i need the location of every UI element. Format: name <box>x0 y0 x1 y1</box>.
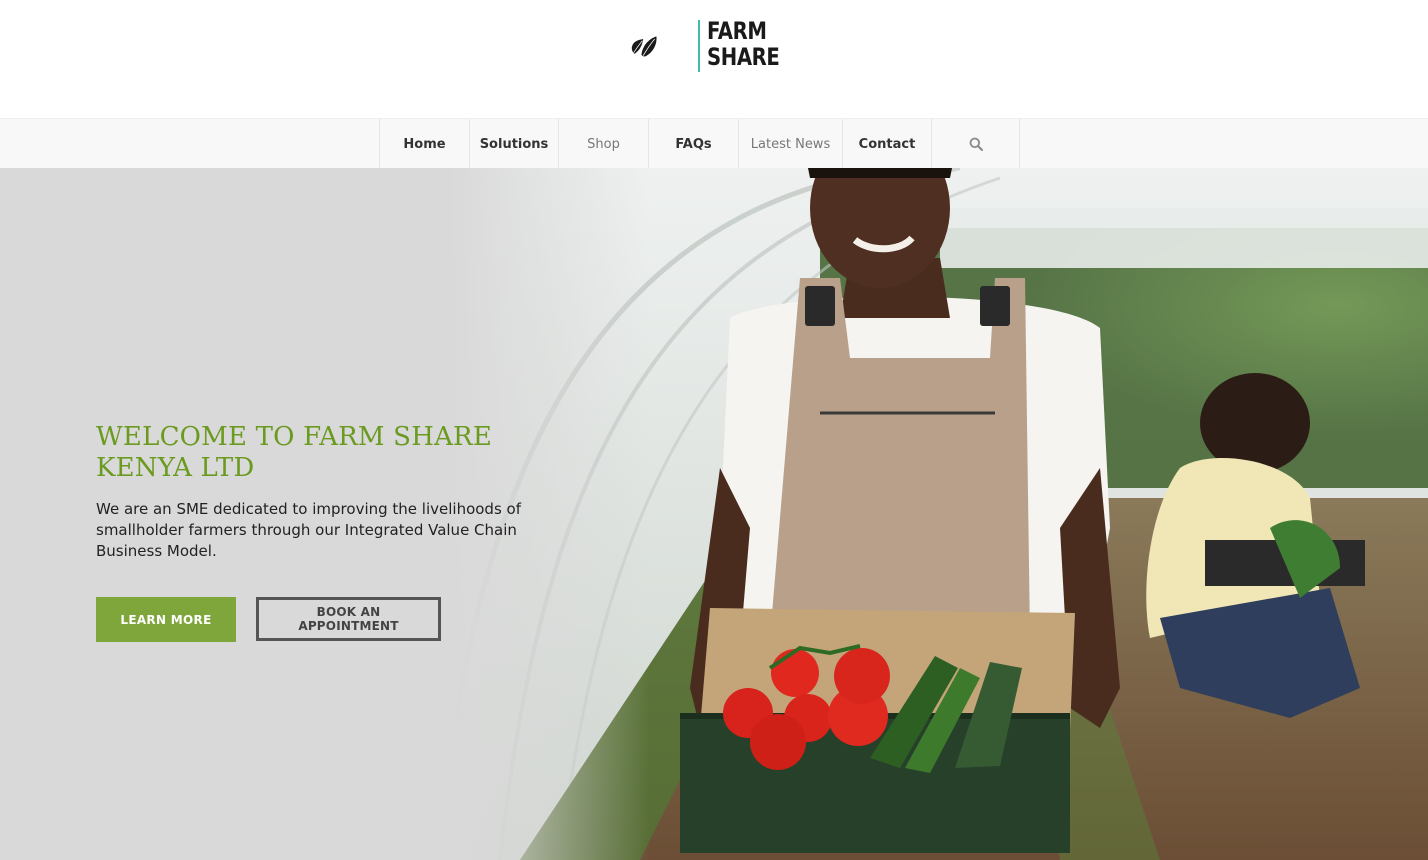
nav-item-home[interactable]: Home <box>380 119 470 169</box>
logo-line-1: FARM <box>707 17 767 45</box>
main-nav: Home Solutions Shop FAQs Latest News Con… <box>0 118 1428 169</box>
nav-menu: Home Solutions Shop FAQs Latest News Con… <box>379 119 1020 169</box>
hero-title: WELCOME TO FARM SHARE KENYA LTD <box>96 422 493 483</box>
hero-description: We are an SME dedicated to improving the… <box>96 500 521 560</box>
logo-line-2: SHARE <box>707 43 780 71</box>
logo-divider <box>698 20 700 72</box>
nav-item-faqs[interactable]: FAQs <box>649 119 739 169</box>
hero-section: WELCOME TO FARM SHARE KENYA LTD We are a… <box>0 168 1428 860</box>
learn-more-button[interactable]: LEARN MORE <box>96 597 236 642</box>
leaf-logo-icon <box>631 36 657 57</box>
nav-item-shop[interactable]: Shop <box>559 119 649 169</box>
nav-item-latest-news[interactable]: Latest News <box>739 119 843 169</box>
nav-item-solutions[interactable]: Solutions <box>470 119 559 169</box>
logo-wordmark: FARM SHARE <box>707 17 780 71</box>
book-appointment-button[interactable]: BOOK AN APPOINTMENT <box>256 597 441 641</box>
nav-item-contact[interactable]: Contact <box>843 119 932 169</box>
search-button[interactable] <box>932 119 1020 169</box>
search-icon <box>969 137 983 151</box>
site-header: FARM SHARE <box>0 0 1428 118</box>
